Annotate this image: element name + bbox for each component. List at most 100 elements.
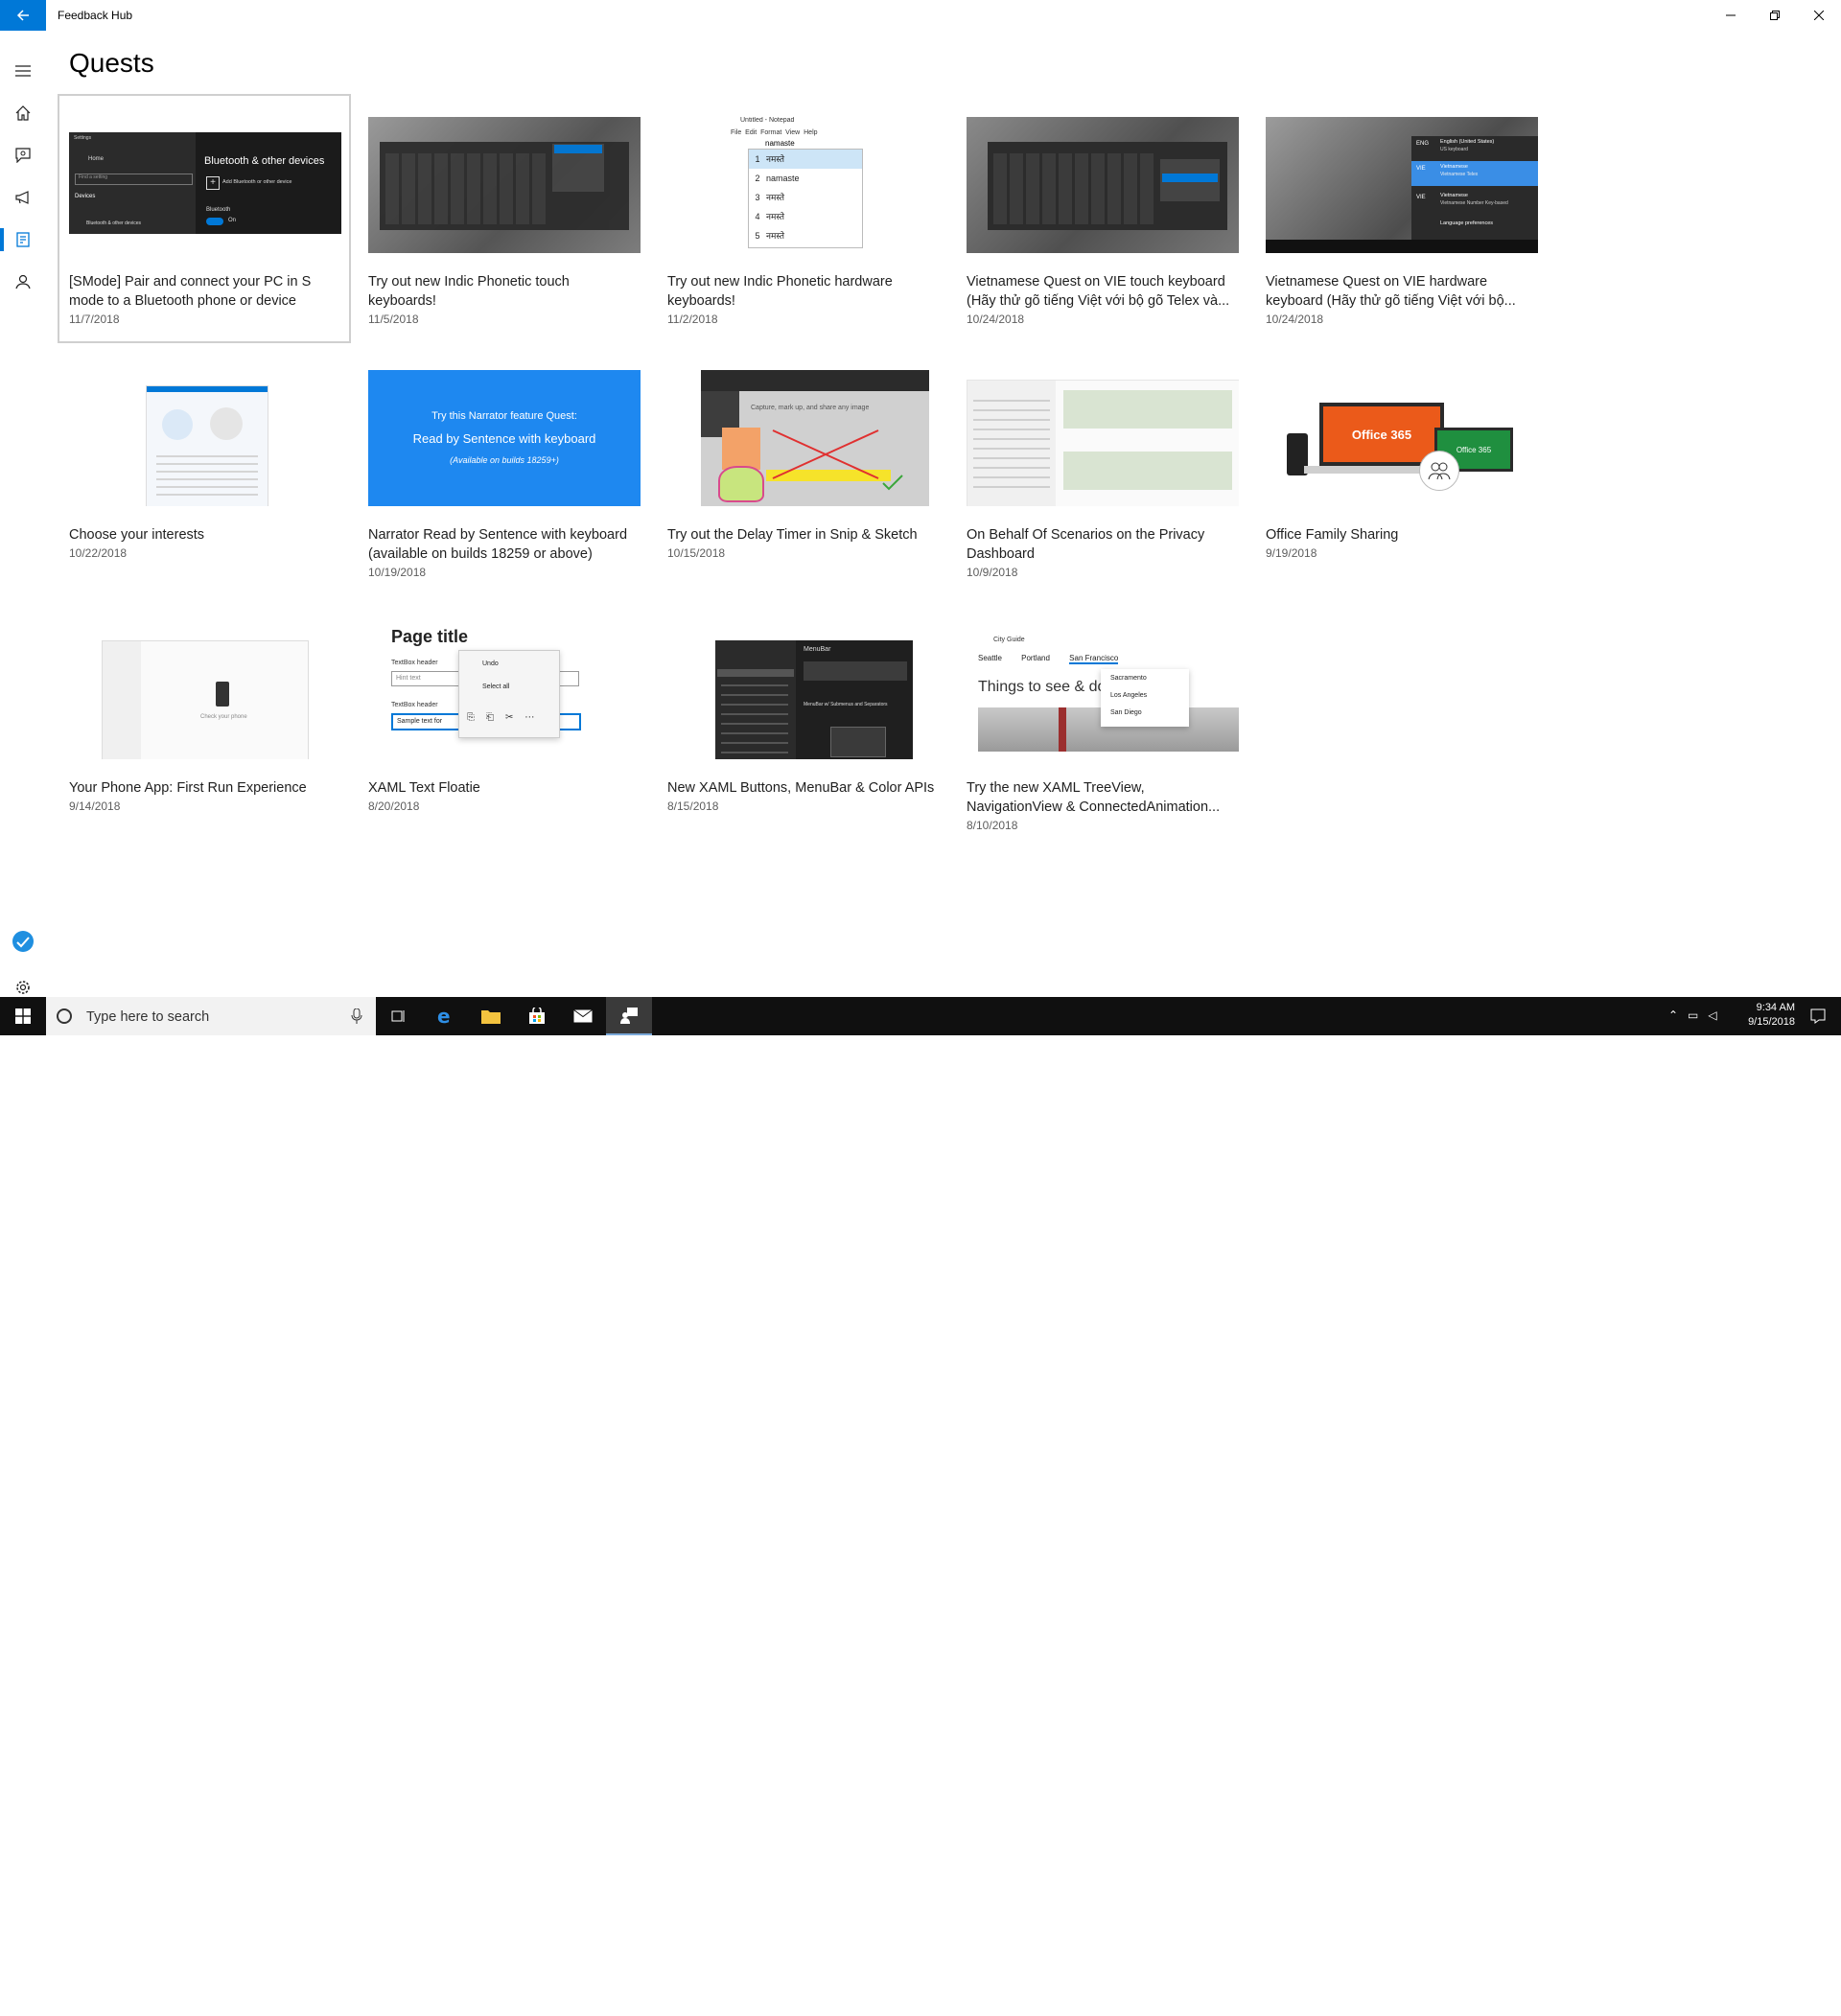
thumb-text: Find a setting xyxy=(75,174,193,185)
quest-thumbnail: ENG English (United States) US keyboard … xyxy=(1266,117,1538,253)
thumb-text: US keyboard xyxy=(1440,147,1468,152)
home-icon xyxy=(15,105,31,121)
quest-title: New XAML Buttons, MenuBar & Color APIs xyxy=(667,780,935,796)
city-tabs: Seattle Portland San Francisco xyxy=(978,654,1119,664)
interests-graphic xyxy=(146,385,268,506)
quest-thumbnail: Capture, mark up, and share any image xyxy=(667,370,940,506)
quest-card[interactable]: Vietnamese Quest on VIE touch keyboard (… xyxy=(955,94,1248,343)
thumb-text: Check your phone xyxy=(200,714,247,720)
quest-card[interactable]: Try out new Indic Phonetic touch keyboar… xyxy=(357,94,650,343)
quest-date: 10/22/2018 xyxy=(69,546,128,560)
nav-item-feedback[interactable] xyxy=(0,136,46,174)
thumb-text: Undo xyxy=(482,660,499,667)
nav-item-insider[interactable] xyxy=(0,922,46,961)
xaml-controls-graphic: MenuBar MenuBar w/ Submenus and Separato… xyxy=(715,640,913,759)
nav-rail xyxy=(0,31,46,997)
quest-card[interactable]: Capture, mark up, and share any image Tr… xyxy=(656,347,949,596)
folder-icon xyxy=(481,1010,501,1024)
insider-icon xyxy=(12,931,34,952)
quest-title: Vietnamese Quest on VIE hardware keyboar… xyxy=(1266,274,1516,309)
quest-card[interactable]: Settings Home Find a setting Devices Blu… xyxy=(58,94,351,343)
thumb-text: Untitled - Notepad xyxy=(740,117,795,124)
search-input[interactable] xyxy=(84,997,338,1037)
quest-card[interactable]: Untitled - Notepad File Edit Format View… xyxy=(656,94,949,343)
quest-title: [SMode] Pair and connect your PC in S mo… xyxy=(69,274,312,309)
city-dropdown: Sacramento Los Angeles San Diego xyxy=(1101,669,1189,727)
thumb-text: TextBox header xyxy=(391,660,438,666)
windows-logo-icon xyxy=(15,1008,31,1024)
hamburger-menu-button[interactable] xyxy=(0,52,46,90)
thumb-text: VIE xyxy=(1416,166,1426,172)
quest-card[interactable]: On Behalf Of Scenarios on the Privacy Da… xyxy=(955,347,1248,596)
keyboard-graphic xyxy=(380,142,629,230)
quest-card[interactable]: ENG English (United States) US keyboard … xyxy=(1254,94,1548,343)
watermark: TheCollectionBook xyxy=(1659,1996,1820,2016)
quest-thumbnail: MenuBar MenuBar w/ Submenus and Separato… xyxy=(667,623,940,759)
quest-thumbnail: Office 365 Office 365 xyxy=(1266,370,1538,506)
thumb-text: namaste xyxy=(765,139,795,148)
flyout-toolbar: ⎘⎗✂⋯ xyxy=(467,712,547,723)
microphone-icon[interactable] xyxy=(351,1008,362,1024)
quest-title: Try out new Indic Phonetic touch keyboar… xyxy=(368,274,570,309)
app-title: Feedback Hub xyxy=(58,9,133,22)
quest-date: 11/2/2018 xyxy=(667,313,718,326)
quest-thumbnail xyxy=(69,370,341,506)
task-view-button[interactable] xyxy=(376,997,422,1035)
thumb-text: Home xyxy=(88,156,105,162)
nav-item-announcements[interactable] xyxy=(0,178,46,217)
quest-title: Try the new XAML TreeView, NavigationVie… xyxy=(967,780,1221,815)
mail-button[interactable] xyxy=(560,997,606,1035)
edge-button[interactable]: e xyxy=(422,997,468,1035)
file-explorer-button[interactable] xyxy=(468,997,514,1035)
restore-button[interactable] xyxy=(1753,0,1797,31)
start-button[interactable] xyxy=(0,997,46,1035)
keyboard-graphic xyxy=(988,142,1227,230)
thumb-text: Vietnamese Number Key-based xyxy=(1440,200,1508,206)
feedback-hub-icon xyxy=(620,1008,638,1024)
feedback-icon xyxy=(15,148,31,163)
candidate-list: 1 नमस्ते 2 namaste 3 नमस्ते 4 नमस्ते 5 नमस्ते xyxy=(748,149,863,248)
candidate-row: 1 नमस्ते xyxy=(749,150,862,169)
quest-card[interactable]: Office 365 Office 365 Office Family Shar… xyxy=(1254,347,1548,596)
quest-title: Your Phone App: First Run Experience xyxy=(69,780,307,796)
quest-card[interactable]: Choose your interests 10/22/2018 xyxy=(58,347,351,596)
quest-title: On Behalf Of Scenarios on the Privacy Da… xyxy=(967,527,1205,562)
quest-thumbnail: Settings Home Find a setting Devices Blu… xyxy=(69,117,341,253)
quest-card[interactable]: Check your phone Your Phone App: First R… xyxy=(58,600,351,849)
system-clock[interactable]: 9:34 AM 9/15/2018 xyxy=(1748,1001,1795,1030)
quest-thumbnail xyxy=(368,117,641,253)
quest-thumbnail xyxy=(967,370,1239,506)
quest-card[interactable]: Page title TextBox header Hint text Text… xyxy=(357,600,650,849)
nav-item-profile[interactable] xyxy=(0,263,46,301)
cross-mark xyxy=(772,429,879,479)
restore-icon xyxy=(1770,11,1780,20)
clock-date: 9/15/2018 xyxy=(1748,1016,1795,1028)
mail-icon xyxy=(573,1009,593,1023)
thumb-text: Try this Narrator feature Quest: xyxy=(431,410,577,422)
thumb-text: Things to see & do xyxy=(978,679,1107,695)
nav-item-home[interactable] xyxy=(0,94,46,132)
minimize-button[interactable] xyxy=(1709,0,1753,31)
tray-icons: ⌃▭◁ xyxy=(1668,1008,1727,1022)
cortana-icon xyxy=(57,1008,72,1024)
feedback-hub-taskbar-button[interactable] xyxy=(606,997,652,1035)
back-button[interactable] xyxy=(0,0,46,31)
nav-item-quests[interactable] xyxy=(0,220,46,259)
quest-date: 10/24/2018 xyxy=(967,313,1025,326)
thumb-text: Settings xyxy=(74,135,92,141)
action-center-button[interactable] xyxy=(1795,997,1841,1035)
thumb-text: File Edit Format View Help xyxy=(731,129,818,136)
store-bag-icon xyxy=(529,1008,545,1024)
close-button[interactable] xyxy=(1797,0,1841,31)
quest-card[interactable]: City Guide Seattle Portland San Francisc… xyxy=(955,600,1248,849)
quest-title: Try out the Delay Timer in Snip & Sketch xyxy=(667,527,918,543)
quest-date: 8/20/2018 xyxy=(368,799,420,813)
store-button[interactable] xyxy=(514,997,560,1035)
quest-title: Narrator Read by Sentence with keyboard … xyxy=(368,527,628,562)
quest-thumbnail xyxy=(967,117,1239,253)
taskbar-search-box[interactable] xyxy=(46,997,376,1037)
notification-icon xyxy=(1810,1008,1826,1024)
quest-card[interactable]: MenuBar MenuBar w/ Submenus and Separato… xyxy=(656,600,949,849)
quest-card[interactable]: Try this Narrator feature Quest: Read by… xyxy=(357,347,650,596)
megaphone-icon xyxy=(15,191,29,204)
